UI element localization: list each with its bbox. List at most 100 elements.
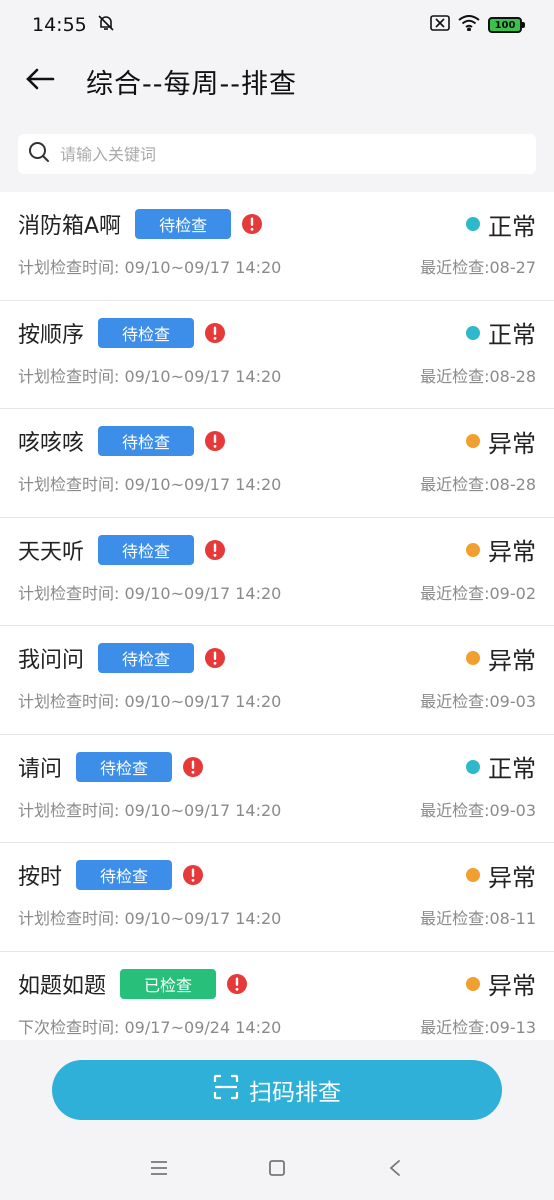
status-text: 正常 — [488, 321, 536, 349]
schedule-time: 计划检查时间: 09/10~09/17 14:20 — [18, 692, 282, 711]
nav-back-button[interactable] — [375, 1150, 415, 1190]
wifi-icon — [458, 14, 480, 36]
status-text: 异常 — [488, 863, 536, 892]
result-status: 正常 — [466, 315, 536, 350]
schedule-time-label: 计划检查时间 — [18, 583, 115, 603]
check-status-badge: 待检查 — [98, 317, 195, 348]
status-left: 14:55 — [32, 14, 115, 37]
result-status: 异常 — [466, 641, 536, 676]
schedule-time: 计划检查时间: 09/10~09/17 14:20 — [18, 258, 282, 277]
nav-menu-button[interactable] — [139, 1150, 179, 1190]
status-text: 异常 — [488, 646, 536, 675]
item-name: 按顺序 — [18, 322, 85, 348]
list-item[interactable]: 天天听 待检查 异常 计划检查时间: 09/10~09/17 14:20 最近检… — [0, 518, 554, 626]
alert-icon — [226, 973, 248, 995]
alert-icon — [182, 756, 204, 778]
check-status-badge: 待检查 — [76, 751, 173, 782]
list-item[interactable]: 消防箱A啊 待检查 正常 计划检查时间: 09/10~09/17 14:20 最… — [0, 192, 554, 301]
list-item[interactable]: 我问问 待检查 异常 计划检查时间: 09/10~09/17 14:20 最近检… — [0, 626, 554, 735]
list-item[interactable]: 按时 待检查 异常 计划检查时间: 09/10~09/17 14:20 最近检查… — [0, 843, 554, 952]
nav-home-button[interactable] — [257, 1150, 297, 1190]
item-details: 下次检查时间: 09/17~09/24 14:20 最近检查:09-13 — [18, 1014, 536, 1038]
schedule-time-label: 下次检查时间 — [18, 1017, 115, 1037]
item-header: 咳咳咳 待检查 异常 — [18, 423, 536, 459]
schedule-time: 计划检查时间: 09/10~09/17 14:20 — [18, 909, 282, 928]
item-header: 如题如题 已检查 异常 — [18, 966, 536, 1002]
system-nav-bar — [0, 1140, 554, 1200]
check-status-badge: 待检查 — [98, 534, 195, 565]
sim-off-icon — [430, 14, 450, 36]
last-check: 最近检查:08-28 — [420, 475, 536, 494]
status-dot-icon — [466, 434, 480, 448]
status-time: 14:55 — [32, 14, 87, 36]
alert-icon — [182, 864, 204, 886]
schedule-time-label: 计划检查时间 — [18, 800, 115, 820]
inspection-list: 消防箱A啊 待检查 正常 计划检查时间: 09/10~09/17 14:20 最… — [0, 192, 554, 1040]
schedule-time-range: 09/17~09/24 14:20 — [124, 1017, 282, 1037]
page-title: 综合--每周--排查 — [86, 68, 297, 100]
item-details: 计划检查时间: 09/10~09/17 14:20 最近检查:08-28 — [18, 471, 536, 495]
list-item[interactable]: 按顺序 待检查 正常 计划检查时间: 09/10~09/17 14:20 最近检… — [0, 301, 554, 409]
status-dot-icon — [466, 868, 480, 882]
item-name: 按时 — [18, 865, 63, 890]
scan-icon — [213, 1074, 239, 1106]
item-details: 计划检查时间: 09/10~09/17 14:20 最近检查:08-28 — [18, 363, 536, 387]
alert-icon — [204, 430, 226, 452]
item-details: 计划检查时间: 09/10~09/17 14:20 最近检查:08-11 — [18, 905, 536, 929]
scan-button-label: 扫码排查 — [249, 1080, 341, 1106]
last-check: 最近检查:09-03 — [420, 800, 536, 820]
status-dot-icon — [466, 325, 480, 340]
status-text: 异常 — [488, 429, 536, 458]
item-name: 消防箱A啊 — [18, 214, 122, 239]
last-check: 最近检查:08-27 — [420, 258, 536, 277]
status-dot-icon — [466, 542, 480, 557]
status-bar: 14:55 100 — [0, 0, 554, 50]
back-icon — [388, 1159, 402, 1181]
check-status-badge: 已检查 — [120, 968, 217, 999]
search-box[interactable] — [18, 134, 536, 174]
result-status: 正常 — [466, 749, 536, 784]
item-header: 请问 待检查 正常 — [18, 749, 536, 785]
result-status: 异常 — [466, 424, 536, 459]
scan-button[interactable]: 扫码排查 — [52, 1060, 502, 1120]
status-dot-icon — [466, 217, 480, 231]
schedule-time: 计划检查时间: 09/10~09/17 14:20 — [18, 800, 282, 820]
result-status: 异常 — [466, 532, 536, 567]
item-header: 消防箱A啊 待检查 正常 — [18, 206, 536, 242]
item-header: 天天听 待检查 异常 — [18, 532, 536, 568]
list-item[interactable]: 请问 待检查 正常 计划检查时间: 09/10~09/17 14:20 最近检查… — [0, 735, 554, 843]
schedule-time: 计划检查时间: 09/10~09/17 14:20 — [18, 366, 282, 386]
list-item[interactable]: 咳咳咳 待检查 异常 计划检查时间: 09/10~09/17 14:20 最近检… — [0, 409, 554, 518]
last-check: 最近检查:09-13 — [420, 1017, 536, 1037]
item-details: 计划检查时间: 09/10~09/17 14:20 最近检查:09-03 — [18, 688, 536, 712]
status-dot-icon — [466, 759, 480, 774]
status-right: 100 — [430, 14, 525, 36]
item-header: 按顺序 待检查 正常 — [18, 315, 536, 351]
schedule-time-label: 计划检查时间 — [18, 692, 115, 711]
item-name: 我问问 — [18, 648, 85, 673]
back-button[interactable] — [10, 51, 70, 111]
home-icon — [268, 1159, 286, 1181]
item-name: 咳咳咳 — [18, 431, 85, 456]
status-text: 异常 — [488, 538, 536, 566]
item-name: 天天听 — [18, 539, 85, 565]
alert-icon — [204, 322, 226, 344]
item-name: 请问 — [18, 756, 63, 782]
status-dot-icon — [466, 651, 480, 665]
last-check: 最近检查:09-03 — [420, 692, 536, 711]
list-item[interactable]: 如题如题 已检查 异常 下次检查时间: 09/17~09/24 14:20 最近… — [0, 952, 554, 1041]
result-status: 异常 — [466, 966, 536, 1001]
status-text: 正常 — [488, 212, 536, 241]
schedule-time-range: 09/10~09/17 14:20 — [124, 692, 282, 711]
last-check: 最近检查:08-28 — [420, 366, 536, 386]
schedule-time-range: 09/10~09/17 14:20 — [124, 258, 282, 277]
battery-icon: 100 — [488, 17, 525, 33]
alert-icon — [241, 213, 263, 235]
search-input[interactable] — [60, 144, 500, 164]
bell-off-icon — [97, 14, 115, 37]
alert-icon — [204, 539, 226, 561]
item-details: 计划检查时间: 09/10~09/17 14:20 最近检查:09-02 — [18, 580, 536, 604]
schedule-time-label: 计划检查时间 — [18, 258, 115, 277]
status-dot-icon — [466, 976, 480, 991]
item-details: 计划检查时间: 09/10~09/17 14:20 最近检查:08-27 — [18, 254, 536, 278]
